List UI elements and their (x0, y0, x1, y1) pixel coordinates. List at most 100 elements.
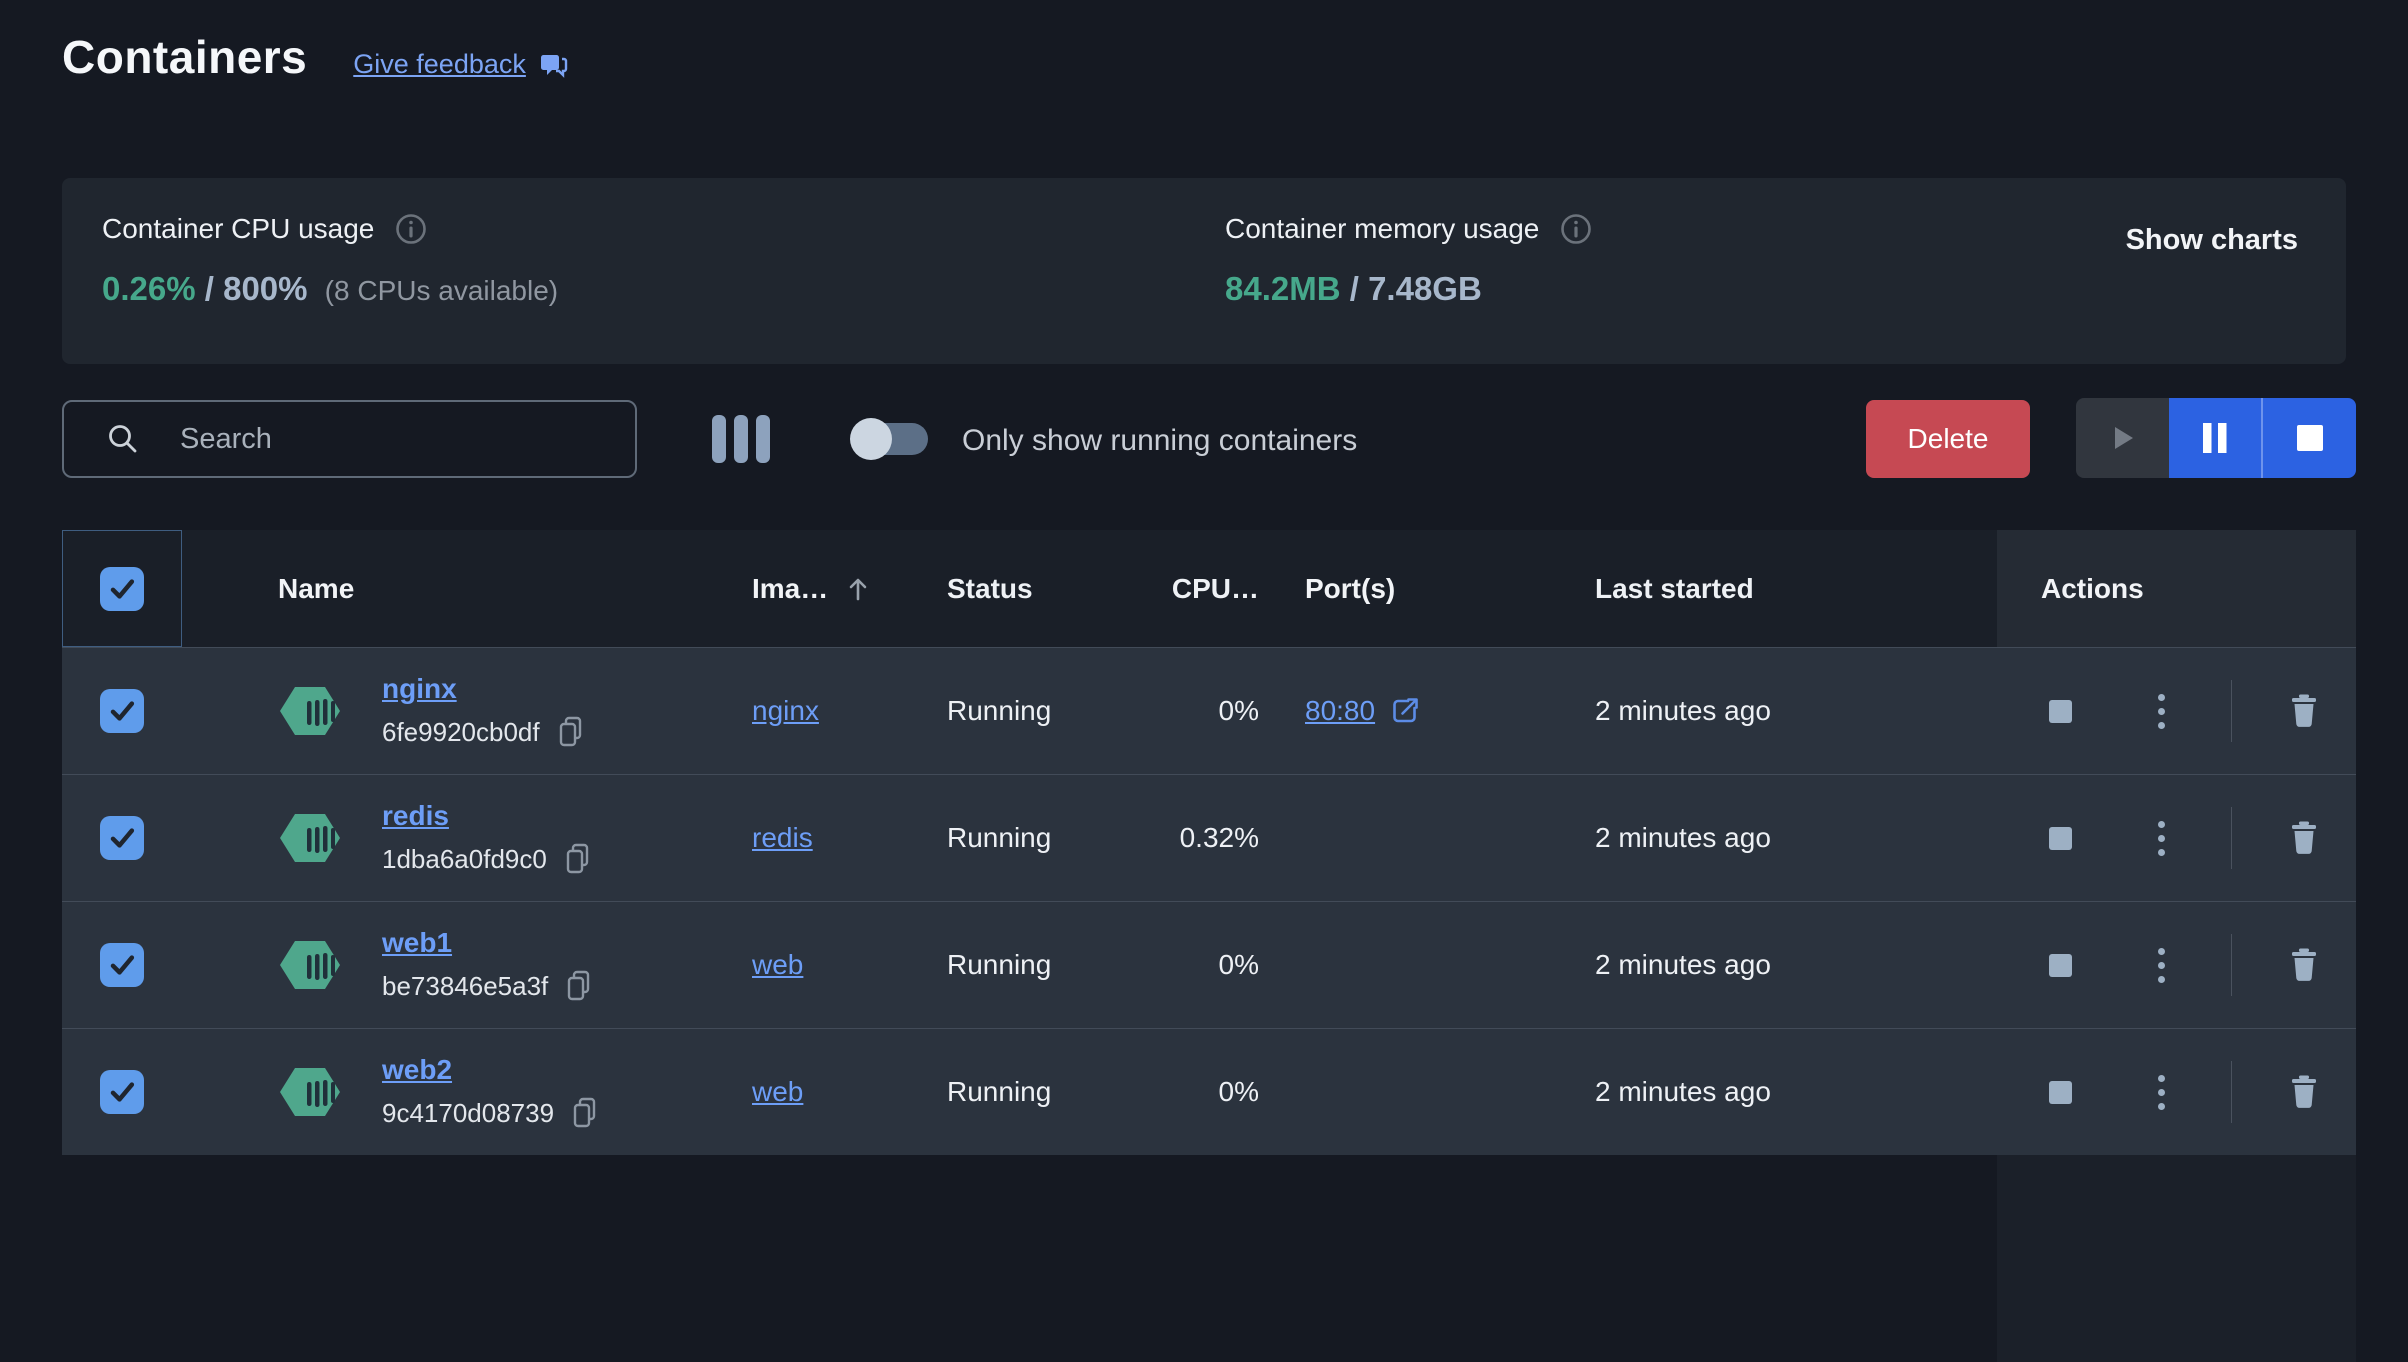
row-status: Running (947, 1076, 1052, 1107)
search-input[interactable] (180, 422, 610, 456)
external-link-icon[interactable] (1389, 695, 1421, 727)
cpu-total-value: 800% (223, 270, 308, 307)
row-last-started: 2 minutes ago (1595, 822, 1771, 853)
row-last-started: 2 minutes ago (1595, 1076, 1771, 1107)
row-status: Running (947, 822, 1052, 853)
give-feedback-link[interactable]: Give feedback (353, 49, 568, 80)
header-name[interactable]: Name (182, 573, 727, 605)
header-last-started[interactable]: Last started (1557, 573, 1997, 605)
bulk-delete-button[interactable]: Delete (1866, 400, 2030, 478)
row-delete-button[interactable] (2288, 820, 2320, 856)
info-icon[interactable] (1559, 212, 1593, 246)
copy-icon[interactable] (570, 1096, 600, 1130)
row-menu-button[interactable] (2154, 690, 2169, 733)
image-link[interactable]: web (752, 949, 803, 980)
container-name-link[interactable]: web2 (382, 1054, 600, 1086)
container-icon (278, 1062, 342, 1122)
table-row: web1 be73846e5a3f web Running 0% 2 minut… (62, 901, 2356, 1028)
header-image[interactable]: Ima… (727, 573, 927, 605)
row-stop-button[interactable] (2049, 699, 2072, 723)
row-cpu: 0% (1218, 949, 1259, 980)
actions-divider (2231, 680, 2232, 742)
search-box[interactable] (62, 400, 637, 478)
pause-icon (2198, 420, 2232, 456)
bulk-stop-button[interactable] (2263, 398, 2356, 478)
image-link[interactable]: redis (752, 822, 813, 853)
row-menu-button[interactable] (2154, 944, 2169, 987)
row-delete-button[interactable] (2288, 693, 2320, 729)
row-stop-button[interactable] (2049, 826, 2072, 850)
row-select-cell (62, 775, 182, 901)
row-cpu: 0% (1218, 1076, 1259, 1107)
show-charts-button[interactable]: Show charts (2126, 224, 2298, 257)
row-last-started: 2 minutes ago (1595, 949, 1771, 980)
row-image-cell: web (727, 949, 927, 981)
cpu-usage-block: Container CPU usage 0.26% / 800% (8 CPUs… (102, 212, 558, 308)
header-actions: Actions (1997, 530, 2356, 647)
row-select-cell (62, 1029, 182, 1155)
running-only-toggle[interactable] (850, 417, 934, 461)
sort-ascending-icon (846, 576, 870, 602)
copy-icon[interactable] (556, 715, 586, 749)
select-all-checkbox[interactable] (100, 566, 144, 611)
actions-divider (2231, 934, 2232, 996)
row-stop-button[interactable] (2049, 1080, 2072, 1104)
feedback-icon (538, 50, 568, 80)
row-delete-button[interactable] (2288, 1074, 2320, 1110)
row-actions-cell (1997, 775, 2356, 901)
usage-stats-card: Container CPU usage 0.26% / 800% (8 CPUs… (62, 178, 2346, 364)
memory-usage-values: 84.2MB / 7.48GB (1225, 270, 1482, 307)
container-id: 6fe9920cb0df (382, 716, 540, 747)
bulk-pause-button[interactable] (2168, 398, 2264, 478)
container-id: 9c4170d08739 (382, 1097, 555, 1128)
table-body: nginx 6fe9920cb0df nginx Running 0% 80:8… (62, 647, 2356, 1155)
row-menu-button[interactable] (2154, 1071, 2169, 1114)
play-icon (2104, 420, 2140, 456)
memory-used-value: 84.2MB (1225, 270, 1341, 307)
cpu-usage-label: Container CPU usage (102, 213, 375, 244)
select-all-cell (62, 530, 182, 647)
cpu-usage-values: 0.26% / 800% (8 CPUs available) (102, 270, 559, 307)
row-name-cell: web2 9c4170d08739 (182, 1054, 727, 1130)
column-settings-icon[interactable] (712, 415, 770, 463)
copy-icon[interactable] (564, 969, 594, 1003)
table-header-row: Name Ima… Status CPU… Port(s) Last start… (62, 530, 2356, 647)
table-row: web2 9c4170d08739 web Running 0% 2 minut… (62, 1028, 2356, 1155)
container-name-link[interactable]: redis (382, 800, 593, 832)
row-checkbox[interactable] (100, 1070, 144, 1114)
header-status[interactable]: Status (927, 573, 1142, 605)
bulk-play-button[interactable] (2076, 398, 2169, 478)
row-name-cell: redis 1dba6a0fd9c0 (182, 800, 727, 876)
container-name-link[interactable]: web1 (382, 927, 594, 959)
header-ports[interactable]: Port(s) (1267, 573, 1557, 605)
info-icon[interactable] (394, 212, 428, 246)
row-status: Running (947, 695, 1052, 726)
row-delete-button[interactable] (2288, 947, 2320, 983)
memory-total-value: 7.48GB (1368, 270, 1482, 307)
container-icon (278, 935, 342, 995)
actions-divider (2231, 1061, 2232, 1123)
ports-cell: 80:80 (1267, 695, 1557, 727)
row-menu-button[interactable] (2154, 817, 2169, 860)
row-checkbox[interactable] (100, 816, 144, 860)
header-cpu[interactable]: CPU… (1142, 573, 1267, 605)
image-link[interactable]: web (752, 1076, 803, 1107)
row-image-cell: redis (727, 822, 927, 854)
table-row: nginx 6fe9920cb0df nginx Running 0% 80:8… (62, 647, 2356, 774)
container-name-link[interactable]: nginx (382, 673, 586, 705)
actions-divider (2231, 807, 2232, 869)
copy-icon[interactable] (563, 842, 593, 876)
stop-icon (2295, 423, 2325, 453)
container-icon (278, 681, 342, 741)
row-checkbox[interactable] (100, 943, 144, 987)
row-checkbox[interactable] (100, 689, 144, 733)
give-feedback-label: Give feedback (353, 49, 526, 79)
search-icon (104, 420, 142, 458)
bulk-action-group (2076, 398, 2356, 478)
image-link[interactable]: nginx (752, 695, 819, 726)
row-stop-button[interactable] (2049, 953, 2072, 977)
port-link-wrap: 80:80 (1305, 695, 1557, 727)
port-link[interactable]: 80:80 (1305, 695, 1375, 727)
row-image-cell: web (727, 1076, 927, 1108)
row-name-cell: nginx 6fe9920cb0df (182, 673, 727, 749)
